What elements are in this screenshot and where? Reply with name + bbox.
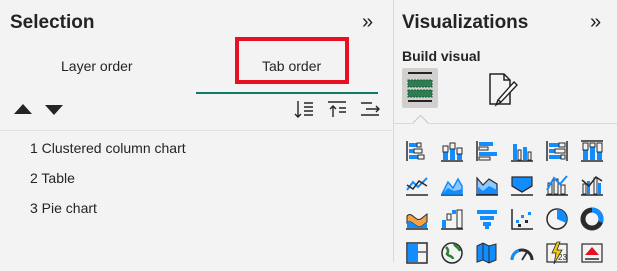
- scatter-chart-icon[interactable]: [509, 206, 535, 232]
- 100-stacked-column-chart-icon[interactable]: [579, 138, 605, 164]
- selection-notch: [412, 114, 429, 131]
- sort-icon[interactable]: [294, 100, 314, 118]
- format-visual-icon[interactable]: [484, 70, 520, 108]
- collapse-selection-icon[interactable]: »: [362, 11, 373, 33]
- layer-item-clustered-column-chart[interactable]: 1 Clustered column chart: [30, 140, 186, 156]
- selection-title: Selection: [10, 12, 95, 33]
- tab-layer-order[interactable]: Layer order: [61, 58, 133, 74]
- ribbon-alt-chart-icon[interactable]: [404, 206, 430, 232]
- collapse-visualizations-icon[interactable]: »: [590, 11, 601, 33]
- map-icon[interactable]: [439, 240, 465, 266]
- waterfall-chart-icon[interactable]: [439, 206, 465, 232]
- pie-chart-icon[interactable]: [544, 206, 570, 232]
- selection-pane: Selection » Layer order Tab order 1 Clus…: [0, 0, 392, 262]
- move-up-icon[interactable]: [14, 104, 32, 114]
- visualizations-title: Visualizations: [402, 12, 529, 33]
- area-chart-icon[interactable]: [439, 172, 465, 198]
- ribbon-chart-icon[interactable]: [509, 172, 535, 198]
- line-and-clustered-column-chart-icon[interactable]: [579, 172, 605, 198]
- build-visual-icon[interactable]: [402, 68, 438, 108]
- toolbar-divider: [0, 130, 392, 131]
- 100-stacked-bar-chart-icon[interactable]: [544, 138, 570, 164]
- show-hide-icon[interactable]: [360, 100, 380, 118]
- donut-chart-icon[interactable]: [579, 206, 605, 232]
- stacked-area-chart-icon[interactable]: [474, 172, 500, 198]
- svg-text:23: 23: [558, 253, 567, 262]
- move-down-icon[interactable]: [45, 105, 63, 115]
- stacked-bar-chart-icon[interactable]: [404, 138, 430, 164]
- build-visual-label: Build visual: [402, 48, 481, 64]
- bring-to-front-icon[interactable]: [327, 100, 347, 118]
- clustered-bar-chart-icon[interactable]: [474, 138, 500, 164]
- funnel-chart-icon[interactable]: [474, 206, 500, 232]
- line-chart-icon[interactable]: [404, 172, 430, 198]
- visualizations-pane: Visualizations » Build visual 23: [393, 0, 617, 265]
- card-icon[interactable]: 23: [544, 240, 570, 266]
- active-tab-indicator: [196, 92, 378, 94]
- line-and-column-chart-icon[interactable]: [544, 172, 570, 198]
- kpi-icon[interactable]: [579, 240, 605, 266]
- treemap-icon[interactable]: [404, 240, 430, 266]
- filled-map-icon[interactable]: [474, 240, 500, 266]
- gauge-icon[interactable]: [509, 240, 535, 266]
- clustered-column-chart-icon[interactable]: [509, 138, 535, 164]
- layer-item-table[interactable]: 2 Table: [30, 170, 75, 186]
- highlight-box: [235, 37, 349, 84]
- layer-item-pie-chart[interactable]: 3 Pie chart: [30, 200, 97, 216]
- stacked-column-chart-icon[interactable]: [439, 138, 465, 164]
